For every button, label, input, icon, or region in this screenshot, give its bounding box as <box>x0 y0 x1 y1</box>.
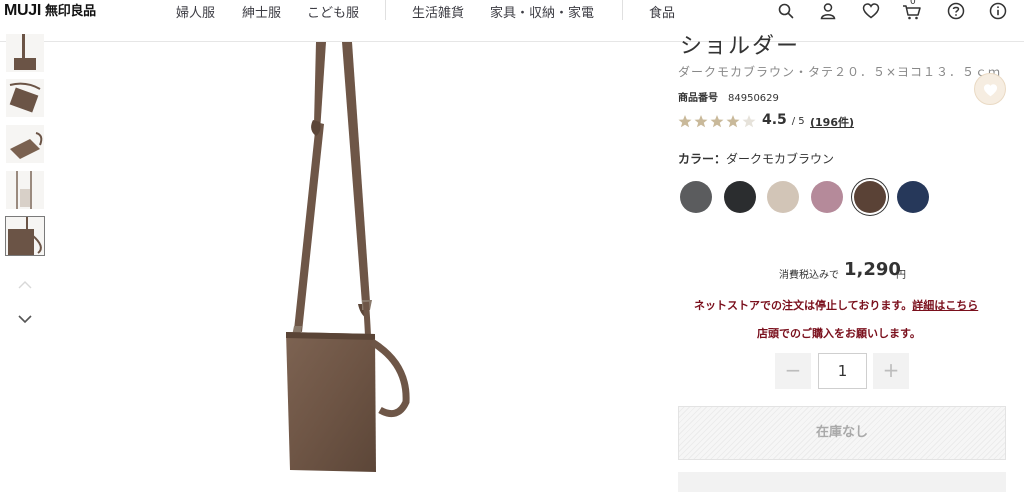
swatch-black[interactable] <box>724 181 756 213</box>
site-header: MUJI 無印良品 婦人服 紳士服 こども服 生活雑貨 家具・収納・家電 食品 0 <box>0 0 1024 42</box>
thumbnail-5-selected[interactable] <box>5 216 45 256</box>
help-icon[interactable] <box>947 2 965 20</box>
quantity-decrease-button[interactable]: − <box>775 353 811 389</box>
logo-en: MUJI <box>4 2 42 19</box>
logo-jp: 無印良品 <box>45 4 96 19</box>
nav-food[interactable]: 食品 <box>649 2 675 21</box>
quantity-input[interactable]: 1 <box>818 353 867 389</box>
info-icon[interactable] <box>989 2 1007 20</box>
color-name: ダークモカブラウン <box>726 152 835 166</box>
product-subtitle: ダークモカブラウン・タテ２０．５×ヨコ１３．５ｃｍ <box>678 65 1002 79</box>
swatch-beige[interactable] <box>767 181 799 213</box>
thumbnail-3[interactable] <box>6 125 44 163</box>
thumbnail-image <box>9 82 41 113</box>
product-number-label: 商品番号 <box>678 93 718 104</box>
thumbnail-1[interactable] <box>6 34 44 72</box>
thumbnail-image <box>8 217 42 255</box>
secondary-button[interactable] <box>678 472 1006 492</box>
nav-divider <box>385 0 386 20</box>
rating-stars <box>678 115 756 128</box>
store-notice: 店頭でのご購入をお願いします。 <box>757 327 921 340</box>
price-label: 消費税込みで <box>779 270 839 281</box>
product-main-image <box>286 42 410 472</box>
chevron-down-icon[interactable] <box>17 314 33 324</box>
thumbnail-4[interactable] <box>6 171 44 209</box>
heart-icon <box>983 84 998 97</box>
thumbnail-image <box>10 132 43 159</box>
details-link[interactable]: 詳細はこちら <box>912 299 978 312</box>
rating-score: 4.5 / 5 <box>762 112 805 128</box>
swatch-navy[interactable] <box>897 181 929 213</box>
product-number-value: 84950629 <box>728 93 779 104</box>
color-label: カラー：ダークモカブラウン <box>678 150 834 167</box>
product-title: ショルダー <box>680 34 801 59</box>
order-notice-text: ネットストアでの注文は停止しております。 <box>694 299 913 312</box>
nav-furniture[interactable]: 家具・収納・家電 <box>490 2 594 21</box>
swatch-dark-mocha-brown[interactable] <box>854 181 886 213</box>
swatch-pink[interactable] <box>811 181 843 213</box>
nav-womens[interactable]: 婦人服 <box>176 2 215 21</box>
rating-value: 4.5 <box>762 112 787 128</box>
product-number: 商品番号 84950629 <box>678 89 779 104</box>
muji-logo[interactable]: MUJI 無印良品 <box>4 0 96 20</box>
thumbnail-image <box>14 34 36 70</box>
nav-household[interactable]: 生活雑貨 <box>412 2 464 21</box>
color-label-title: カラー： <box>678 152 727 166</box>
price-currency: 円 <box>896 270 906 281</box>
thumbnail-image <box>16 171 32 209</box>
favorite-button[interactable] <box>974 73 1006 105</box>
cart-button[interactable]: 0 <box>902 0 924 22</box>
out-of-stock-button: 在庫なし <box>678 406 1006 460</box>
chevron-up-icon[interactable] <box>17 280 33 290</box>
order-notice: ネットストアでの注文は停止しております。詳細はこちら <box>694 297 978 313</box>
rating-max: / 5 <box>791 116 805 127</box>
nav-mens[interactable]: 紳士服 <box>242 2 281 21</box>
user-icon[interactable] <box>819 2 837 20</box>
nav-divider <box>622 0 623 20</box>
reviews-link[interactable]: (196件) <box>810 114 854 130</box>
cart-count: 0 <box>910 0 916 7</box>
swatch-gray[interactable] <box>680 181 712 213</box>
thumbnail-2[interactable] <box>6 79 44 117</box>
search-icon[interactable] <box>777 2 795 20</box>
quantity-increase-button[interactable]: + <box>873 353 909 389</box>
price-value: 1,290 <box>844 259 901 280</box>
nav-kids[interactable]: こども服 <box>307 2 359 21</box>
heart-icon[interactable] <box>862 2 880 20</box>
